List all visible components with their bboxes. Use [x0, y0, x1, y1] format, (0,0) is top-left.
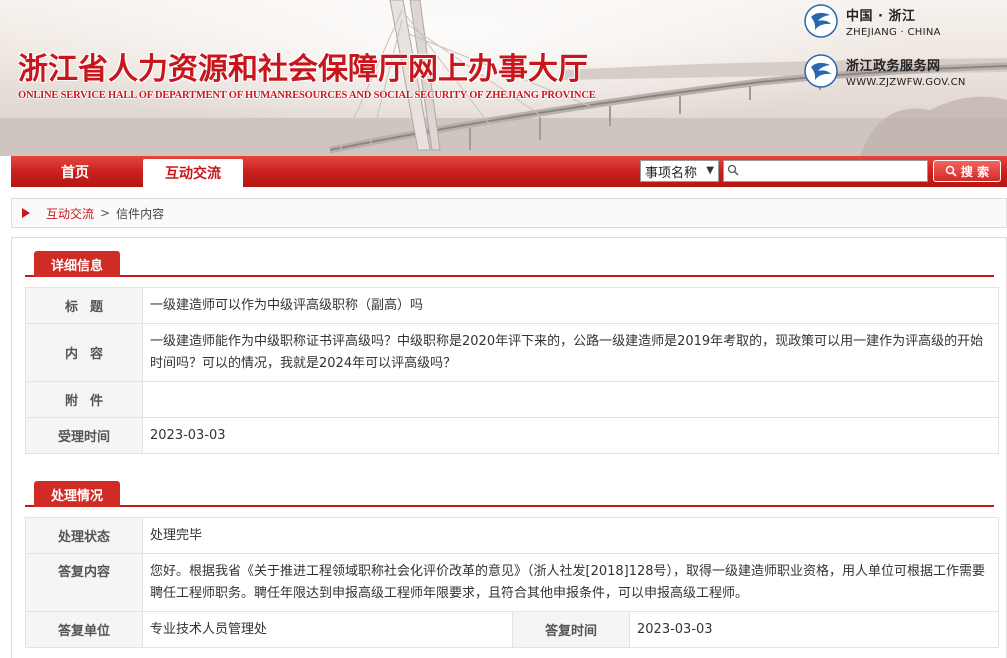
- zhejiang-china-link[interactable]: 中国 · 浙江 ZHEJIANG · CHINA: [804, 4, 941, 38]
- title-value: 一级建造师可以作为中级评高级职称（副高）吗: [142, 287, 999, 324]
- zhejiang-china-en: ZHEJIANG · CHINA: [846, 26, 941, 38]
- accept-time-label: 受理时间: [25, 417, 143, 454]
- breadcrumb-arrow-icon: [22, 208, 30, 218]
- attachment-label: 附件: [25, 381, 143, 418]
- nav-interaction[interactable]: 互动交流: [143, 159, 243, 187]
- processing-table: 处理状态 处理完毕 答复内容 您好。根据我省《关于推进工程领域职称社会化评价改革…: [25, 517, 999, 648]
- breadcrumb-separator: >: [100, 206, 111, 220]
- search-category-value: 事项名称: [645, 165, 698, 181]
- breadcrumb-link-interaction[interactable]: 互动交流: [46, 205, 94, 222]
- reply-label: 答复内容: [25, 553, 143, 612]
- breadcrumb: 互动交流 > 信件内容: [11, 198, 1007, 228]
- zjzwfw-link[interactable]: 浙江政务服务网 WWW.ZJZWFW.GOV.CN: [804, 54, 966, 88]
- zjzwfw-logo-icon: [804, 54, 838, 88]
- search-button[interactable]: 搜 索: [933, 160, 1001, 182]
- reply-time-label: 答复时间: [512, 611, 630, 648]
- detail-table: 标题 一级建造师可以作为中级评高级职称（副高）吗 内容 一级建造师能作为中级职称…: [25, 287, 999, 454]
- table-row: 处理状态 处理完毕: [25, 517, 999, 554]
- breadcrumb-current: 信件内容: [116, 206, 165, 221]
- search-icon: [727, 164, 739, 176]
- site-title: 浙江省人力资源和社会保障厅网上办事大厅: [18, 52, 588, 87]
- header-banner: 浙江省人力资源和社会保障厅网上办事大厅 ONLINE SERVICE HALL …: [0, 0, 1007, 156]
- zhejiang-china-cn: 中国 · 浙江: [846, 8, 916, 24]
- processing-section-header: 处理情况: [25, 481, 994, 507]
- table-row: 标题 一级建造师可以作为中级评高级职称（副高）吗: [25, 287, 999, 324]
- search-input[interactable]: [723, 160, 928, 182]
- nav-home[interactable]: 首页: [11, 156, 139, 187]
- table-row: 答复单位 专业技术人员管理处 答复时间 2023-03-03: [25, 611, 999, 648]
- chevron-down-icon: ▼: [706, 165, 714, 176]
- title-label: 标题: [25, 287, 143, 324]
- table-row: 附件: [25, 381, 999, 418]
- search-button-icon: [945, 165, 957, 177]
- zhejiang-logo-icon: [804, 4, 838, 38]
- search-button-label: 搜 索: [960, 164, 990, 179]
- detail-section-title: 详细信息: [34, 251, 120, 277]
- status-value: 处理完毕: [142, 517, 999, 554]
- content-value: 一级建造师能作为中级职称证书评高级吗？中级职称是2020年评下来的，公路一级建造…: [142, 323, 999, 382]
- letter-content-panel: 详细信息 标题 一级建造师可以作为中级评高级职称（副高）吗 内容 一级建造师能作…: [11, 237, 1007, 658]
- table-row: 答复内容 您好。根据我省《关于推进工程领域职称社会化评价改革的意见》（浙人社发[…: [25, 553, 999, 612]
- status-label: 处理状态: [25, 517, 143, 554]
- processing-section-title: 处理情况: [34, 481, 120, 507]
- attachment-value: [142, 381, 999, 418]
- content-label: 内容: [25, 323, 143, 382]
- reply-unit-value: 专业技术人员管理处: [142, 611, 513, 648]
- search-category-select[interactable]: 事项名称 ▼: [640, 160, 719, 182]
- reply-value: 您好。根据我省《关于推进工程领域职称社会化评价改革的意见》（浙人社发[2018]…: [142, 553, 999, 612]
- main-nav: 首页 互动交流 事项名称 ▼ 搜 索: [11, 156, 1007, 187]
- detail-section-header: 详细信息: [25, 251, 994, 277]
- table-row: 内容 一级建造师能作为中级职称证书评高级吗？中级职称是2020年评下来的，公路一…: [25, 323, 999, 382]
- table-row: 受理时间 2023-03-03: [25, 417, 999, 454]
- zjzwfw-en: WWW.ZJZWFW.GOV.CN: [846, 76, 966, 88]
- accept-time-value: 2023-03-03: [142, 417, 999, 454]
- reply-unit-label: 答复单位: [25, 611, 143, 648]
- zjzwfw-cn: 浙江政务服务网: [846, 58, 941, 74]
- reply-time-value: 2023-03-03: [629, 611, 999, 648]
- site-subtitle: ONLINE SERVICE HALL OF DEPARTMENT OF HUM…: [18, 90, 596, 101]
